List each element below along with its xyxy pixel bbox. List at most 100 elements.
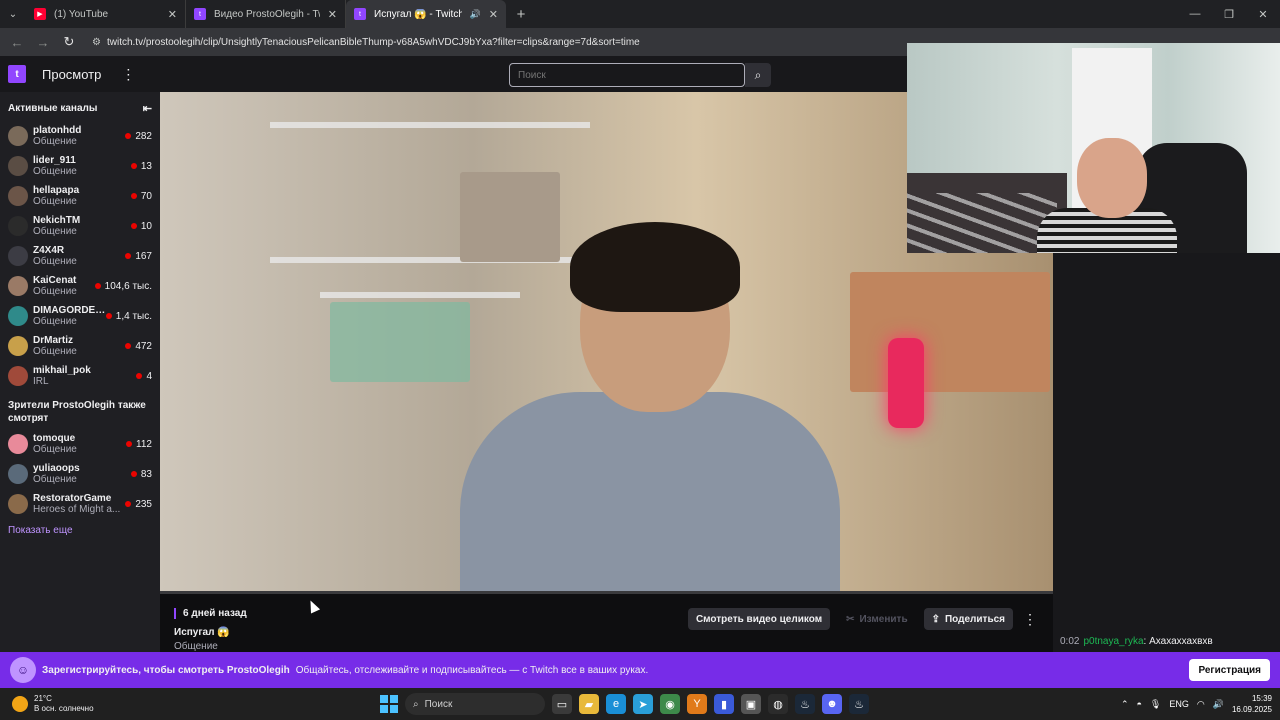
windows-start-icon[interactable]: [380, 695, 398, 713]
clip-actions: Смотреть видео целиком ✂ Изменить ⇪ Подели…: [687, 608, 1039, 630]
channel-info: tomoque Общение: [33, 433, 126, 455]
live-dot-icon: [105, 313, 112, 319]
channel-category: Общение: [33, 256, 77, 267]
sidebar-channel-lider_911[interactable]: lider_911 Общение 13: [0, 151, 160, 181]
clock-time: 15:39: [1251, 694, 1272, 703]
sidebar-channel-dimagordey_[interactable]: DIMAGORDEY_ Общение 1,4 тыс.: [0, 301, 160, 331]
channel-info: mikhail_pok IRL: [33, 365, 136, 387]
sidebar-channel-mikhail_pok[interactable]: mikhail_pok IRL 4: [0, 361, 160, 391]
sidebar-channel-platonhdd[interactable]: platonhdd Общение 282: [0, 121, 160, 151]
tab-twitch-videos[interactable]: t Видео ProstoOlegih - Twitch ✕: [186, 0, 346, 28]
edit-button[interactable]: ✂ Изменить: [838, 608, 916, 630]
close-icon[interactable]: ✕: [328, 8, 337, 21]
sidebar-channel-tomoque[interactable]: tomoque Общение 112: [0, 429, 160, 459]
more-menu-icon[interactable]: ⋮: [121, 66, 135, 83]
steam-icon[interactable]: ♨: [795, 694, 815, 714]
clip-title: Испугал 😱: [174, 627, 230, 638]
avatar: [8, 156, 28, 176]
volume-icon[interactable]: 🔊: [1213, 699, 1224, 710]
signup-banner: ☺ Зарегистрируйтесь, чтобы смотреть Pros…: [0, 652, 1280, 688]
taskbar-search[interactable]: ⌕ Поиск: [405, 693, 545, 715]
close-window-icon[interactable]: ✕: [1246, 0, 1280, 28]
taskbar-clock[interactable]: 15:39 16.09.2025: [1232, 693, 1272, 715]
close-icon[interactable]: ✕: [168, 8, 177, 21]
file-explorer-icon[interactable]: ▰: [579, 694, 599, 714]
sidebar-channel-z4x4r[interactable]: Z4X4R Общение 167: [0, 241, 160, 271]
viewer-count-value: 1,4 тыс.: [115, 310, 152, 322]
wifi-icon[interactable]: ◠: [1197, 699, 1205, 710]
channel-info: KaiCenat Общение: [33, 275, 95, 297]
close-icon[interactable]: ✕: [489, 8, 498, 21]
back-icon[interactable]: ←: [6, 35, 28, 50]
steam-alt-icon[interactable]: ♨: [849, 694, 869, 714]
speaker-icon[interactable]: 🔊: [470, 9, 481, 20]
yandex-icon[interactable]: Y: [687, 694, 707, 714]
weather-text: 21°C В осн. солнечно: [34, 694, 94, 714]
stats-icon[interactable]: ▮: [714, 694, 734, 714]
tray-chevron-icon[interactable]: ⌃: [1121, 699, 1129, 710]
show-more-link[interactable]: Показать еще: [0, 519, 160, 542]
register-button[interactable]: Регистрация: [1189, 659, 1270, 681]
reload-icon[interactable]: ↻: [58, 34, 80, 50]
chat-panel: [1053, 253, 1280, 652]
channel-info: hellapapa Общение: [33, 185, 131, 207]
task-view-icon[interactable]: ▭: [552, 694, 572, 714]
share-button[interactable]: ⇪ Поделиться: [923, 608, 1013, 630]
sidebar-channel-kaicenat[interactable]: KaiCenat Общение 104,6 тыс.: [0, 271, 160, 301]
network-icon[interactable]: ◓: [1136, 699, 1141, 709]
language-indicator[interactable]: ENG: [1169, 699, 1189, 709]
viewer-count: 4: [136, 371, 152, 382]
more-options-icon[interactable]: ⋮: [1021, 611, 1039, 628]
url-text: twitch.tv/prostoolegih/clip/UnsightlyTen…: [106, 36, 640, 48]
video-person-hair: [570, 222, 740, 312]
sidebar-channel-hellapapa[interactable]: hellapapa Общение 70: [0, 181, 160, 211]
search-button[interactable]: ⌕: [745, 63, 771, 87]
viewer-count-value: 235: [135, 498, 152, 510]
obs-icon[interactable]: ◍: [768, 694, 788, 714]
viewer-count: 10: [130, 221, 152, 232]
sidebar-channel-drmartiz[interactable]: DrMartiz Общение 472: [0, 331, 160, 361]
twitch-icon: t: [354, 8, 366, 20]
restore-icon[interactable]: ❐: [1212, 0, 1246, 28]
watch-full-video-button[interactable]: Смотреть видео целиком: [687, 608, 831, 630]
browse-link[interactable]: Просмотр: [42, 67, 101, 82]
sidebar-channel-nekichtm[interactable]: NekichTM Общение 10: [0, 211, 160, 241]
channel-name: KaiCenat: [33, 275, 77, 286]
viewer-count: 70: [130, 191, 152, 202]
collapse-sidebar-icon[interactable]: ⇤: [143, 102, 152, 115]
site-info-icon[interactable]: ⚙: [92, 37, 101, 48]
weather-temp: 21°C: [34, 694, 52, 703]
new-tab-button[interactable]: +: [506, 0, 536, 28]
telegram-icon[interactable]: ➤: [633, 694, 653, 714]
tab-search-button[interactable]: ⌄: [0, 0, 26, 28]
sidebar-channel-yuliaoops[interactable]: yuliaoops Общение 83: [0, 459, 160, 489]
tab-youtube[interactable]: ▶ (1) YouTube ✕: [26, 0, 186, 28]
browser-tab-bar: ⌄ ▶ (1) YouTube ✕ t Видео ProstoOlegih -…: [0, 0, 1280, 28]
weather-desc: В осн. солнечно: [34, 704, 94, 713]
capture-icon[interactable]: ▣: [741, 694, 761, 714]
minimize-icon[interactable]: —: [1178, 0, 1212, 28]
clip-age: 6 дней назад: [174, 608, 247, 619]
edge-icon[interactable]: e: [606, 694, 626, 714]
discord-icon[interactable]: ☻: [822, 694, 842, 714]
avatar: [8, 186, 28, 206]
channel-name: mikhail_pok: [33, 365, 91, 376]
weather-widget[interactable]: 21°C В осн. солнечно: [12, 694, 94, 714]
microphone-icon[interactable]: 🎙: [1150, 699, 1161, 710]
tab-twitch-clip[interactable]: t Испугал 😱 - Twitch 🔊 ✕: [346, 0, 506, 28]
video-shelf: [270, 122, 590, 128]
clip-category[interactable]: Общение: [174, 641, 218, 652]
live-dot-icon: [125, 501, 132, 507]
channel-category: Общение: [33, 474, 77, 485]
chat-message: 0:02 p0tnaya_ryka: Ахахаххахвхв: [1060, 636, 1213, 647]
live-dot-icon: [130, 163, 137, 169]
search-input[interactable]: [509, 63, 745, 87]
viewer-count: 1,4 тыс.: [105, 310, 152, 322]
twitch-logo-icon[interactable]: t: [8, 65, 26, 83]
chrome-icon[interactable]: ◉: [660, 694, 680, 714]
forward-icon[interactable]: →: [32, 35, 54, 50]
chat-username[interactable]: p0tnaya_ryka: [1083, 636, 1143, 647]
live-dot-icon: [130, 193, 137, 199]
sidebar-channel-restoratorgame[interactable]: RestoratorGame Heroes of Might a... 235: [0, 489, 160, 519]
clip-info: 6 дней назад Испугал 😱 Общение Смотреть …: [160, 594, 1053, 652]
